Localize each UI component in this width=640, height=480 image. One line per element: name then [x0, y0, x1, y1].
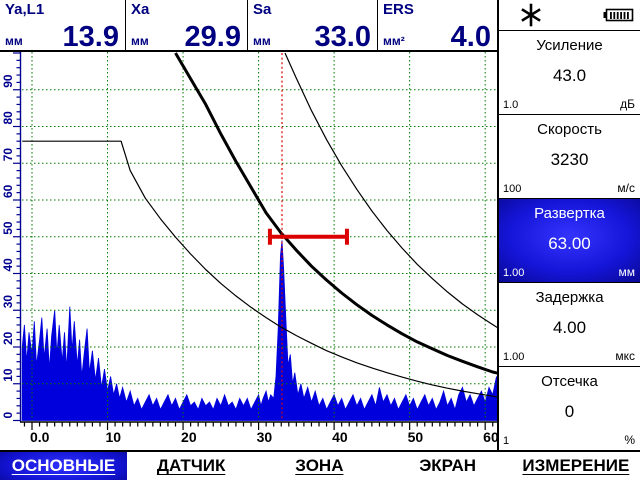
svg-text:40: 40 [1, 258, 15, 272]
svg-text:20: 20 [1, 331, 15, 345]
svg-text:90: 90 [1, 74, 15, 88]
svg-text:40: 40 [332, 429, 348, 445]
svg-text:70: 70 [1, 148, 15, 162]
param-step: 1 [503, 435, 509, 447]
param-step: 100 [503, 183, 521, 195]
param-unit: дБ [620, 97, 635, 111]
measurement-ya: Ya,L1 мм 13.9 [0, 0, 126, 50]
measurement-value: 29.9 [185, 22, 241, 52]
param-velocity[interactable]: Скорость 3230 100 м/с [499, 115, 640, 199]
param-label: Отсечка [499, 367, 640, 390]
param-unit: мкс [615, 349, 635, 363]
svg-text:50: 50 [1, 221, 15, 235]
param-value: 4.00 [499, 318, 640, 338]
ascan-chart: 0 10 20 30 40 50 60 70 80 90 0.0 10 20 30 40 50 60 [0, 52, 497, 450]
flaw-detector-screen: Ya,L1 мм 13.9 Xa мм 29.9 Sa мм 33.0 ERS … [0, 0, 640, 480]
param-step: 1.00 [503, 351, 524, 363]
param-label: Усиление [499, 31, 640, 54]
status-icons-row [499, 0, 640, 31]
measurement-bar: Ya,L1 мм 13.9 Xa мм 29.9 Sa мм 33.0 ERS … [0, 0, 497, 52]
svg-text:10: 10 [1, 368, 15, 382]
param-gain[interactable]: Усиление 43.0 1.0 дБ [499, 31, 640, 115]
measurement-unit: мм [253, 34, 271, 48]
svg-text:80: 80 [1, 111, 15, 125]
param-label: Задержка [499, 283, 640, 306]
menu-tab-zone[interactable]: ЗОНА [255, 452, 383, 480]
measurement-label: Sa [253, 1, 271, 18]
measurement-unit: мм [5, 34, 23, 48]
param-step: 1.00 [503, 267, 524, 279]
param-step: 1.0 [503, 99, 518, 111]
param-unit: мм [619, 265, 636, 279]
menu-tab-basic[interactable]: ОСНОВНЫЕ [0, 452, 127, 480]
param-value: 43.0 [499, 66, 640, 86]
battery-icon [603, 8, 634, 22]
measurement-sa: Sa мм 33.0 [248, 0, 378, 50]
measurement-label: Ya,L1 [5, 1, 44, 18]
parameter-sidebar: Усиление 43.0 1.0 дБ Скорость 3230 100 м… [497, 0, 640, 450]
svg-text:30: 30 [257, 429, 273, 445]
svg-text:10: 10 [106, 429, 122, 445]
measurement-label: ERS [383, 1, 414, 18]
menu-tab-probe[interactable]: ДАТЧИК [127, 452, 255, 480]
param-delay[interactable]: Задержка 4.00 1.00 мкс [499, 283, 640, 367]
param-reject[interactable]: Отсечка 0 1 % [499, 367, 640, 451]
param-label: Развертка [499, 199, 640, 222]
param-value: 3230 [499, 150, 640, 170]
svg-text:0.0: 0.0 [30, 429, 50, 445]
svg-text:50: 50 [408, 429, 424, 445]
measurement-value: 13.9 [63, 22, 119, 52]
measurement-unit: мм² [383, 34, 405, 48]
menu-tab-label: ДАТЧИК [157, 456, 225, 476]
measurement-ers: ERS мм² 4.0 [378, 0, 497, 50]
menu-tab-label: ОСНОВНЫЕ [12, 456, 116, 476]
main-menu-bar: ОСНОВНЫЕ ДАТЧИК ЗОНА ЭКРАН ИЗМЕРЕНИЕ [0, 450, 640, 480]
measurement-unit: мм [131, 34, 149, 48]
menu-tab-measure[interactable]: ИЗМЕРЕНИЕ [512, 452, 640, 480]
measurement-xa: Xa мм 29.9 [126, 0, 248, 50]
svg-text:0: 0 [1, 412, 15, 419]
param-value: 63.00 [499, 234, 640, 254]
menu-tab-display[interactable]: ЭКРАН [384, 452, 512, 480]
svg-text:60: 60 [483, 429, 497, 445]
param-value: 0 [499, 402, 640, 422]
menu-tab-label: ЗОНА [295, 456, 343, 476]
param-unit: м/с [617, 181, 635, 195]
asterisk-icon [519, 3, 543, 27]
menu-tab-label: ИЗМЕРЕНИЕ [522, 456, 629, 476]
measurement-value: 4.0 [451, 22, 491, 52]
svg-text:30: 30 [1, 295, 15, 309]
param-unit: % [624, 433, 635, 447]
svg-text:20: 20 [181, 429, 197, 445]
measurement-value: 33.0 [315, 22, 371, 52]
measurement-label: Xa [131, 1, 149, 18]
param-label: Скорость [499, 115, 640, 138]
menu-tab-label: ЭКРАН [419, 456, 476, 476]
param-range[interactable]: Развертка 63.00 1.00 мм [499, 199, 640, 283]
svg-text:60: 60 [1, 184, 15, 198]
